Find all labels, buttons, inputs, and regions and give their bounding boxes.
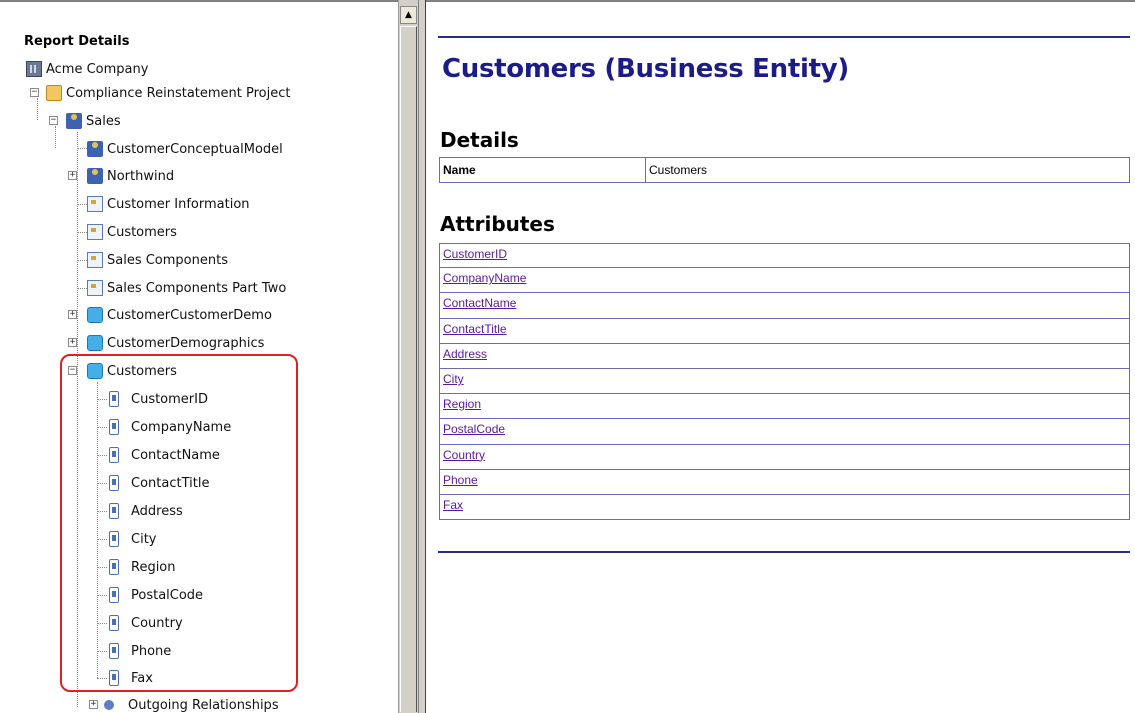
model-icon <box>87 141 103 157</box>
tree-node-sales[interactable]: Sales <box>66 110 121 132</box>
model-icon <box>87 168 103 184</box>
attributes-table: CustomerID CompanyName ContactName Conta… <box>439 243 1130 521</box>
tree-node-label: CustomerCustomerDemo <box>107 307 272 323</box>
diagram-icon <box>87 252 103 268</box>
collapse-toggle[interactable]: − <box>49 116 58 125</box>
expand-toggle[interactable]: + <box>89 700 98 709</box>
attribute-link[interactable]: Country <box>443 448 485 462</box>
tree-node-label: Acme Company <box>46 61 149 77</box>
attribute-row: Address <box>439 343 1130 369</box>
attribute-link[interactable]: PostalCode <box>443 422 505 436</box>
details-table: Name Customers <box>439 157 1130 183</box>
collapse-toggle[interactable]: − <box>30 88 39 97</box>
tree-node-customers-diagram[interactable]: Customers <box>87 221 177 243</box>
attribute-row: Phone <box>439 469 1130 495</box>
folder-icon <box>46 85 62 101</box>
attribute-link[interactable]: City <box>443 372 464 386</box>
relationship-icon <box>104 700 114 710</box>
scroll-thumb[interactable] <box>400 26 417 712</box>
scroll-up-arrow-icon[interactable]: ▲ <box>400 6 417 24</box>
attribute-row: CustomerID <box>439 243 1130 269</box>
attribute-row: Country <box>439 444 1130 470</box>
attribute-row: Region <box>439 394 1130 420</box>
tree-node-label: Outgoing Relationships <box>128 697 279 713</box>
entity-icon <box>87 335 103 351</box>
attributes-heading: Attributes <box>440 212 555 236</box>
entity-icon <box>87 307 103 323</box>
expand-toggle[interactable]: + <box>68 171 77 180</box>
tree-node-outgoing-relationships[interactable]: Outgoing Relationships <box>104 694 279 713</box>
tree-node-label: Sales <box>86 113 121 129</box>
tree-connector <box>77 204 87 205</box>
tree-node-customer-conceptual-model[interactable]: CustomerConceptualModel <box>87 138 283 160</box>
page-title: Customers (Business Entity) <box>442 54 849 84</box>
top-rule <box>438 36 1130 38</box>
attribute-row: Fax <box>439 494 1130 521</box>
tree-node-label: CustomerDemographics <box>107 335 265 351</box>
tree-node-project[interactable]: Compliance Reinstatement Project <box>46 82 291 104</box>
report-content-pane: Customers (Business Entity) Details Name… <box>426 0 1135 713</box>
details-key: Name <box>440 158 646 182</box>
attribute-row: CompanyName <box>439 268 1130 294</box>
tree-connector <box>77 148 87 149</box>
tree-connector <box>77 260 87 261</box>
pane-splitter[interactable] <box>418 0 426 713</box>
tree-node-label: Sales Components <box>107 252 228 268</box>
attribute-link[interactable]: CompanyName <box>443 271 526 285</box>
tree-connector <box>37 98 38 120</box>
attribute-link[interactable]: ContactTitle <box>443 322 507 336</box>
tree-node-label: Compliance Reinstatement Project <box>66 85 291 101</box>
attribute-link[interactable]: Region <box>443 397 481 411</box>
diagram-icon <box>87 280 103 296</box>
attribute-row: ContactTitle <box>439 318 1130 344</box>
tree-node-sales-components[interactable]: Sales Components <box>87 249 228 271</box>
tree-node-acme-company[interactable]: Acme Company <box>26 58 148 80</box>
attribute-link[interactable]: CustomerID <box>443 247 507 261</box>
attribute-row: City <box>439 368 1130 395</box>
attribute-row: ContactName <box>439 293 1130 319</box>
attribute-link[interactable]: ContactName <box>443 296 516 310</box>
diagram-icon <box>87 196 103 212</box>
tree-node-label: Customers <box>107 224 177 240</box>
attribute-link[interactable]: Fax <box>443 498 463 512</box>
tree-connector <box>55 126 56 148</box>
tree-node-sales-components-part-two[interactable]: Sales Components Part Two <box>87 277 286 299</box>
tree-node-label: Customer Information <box>107 196 250 212</box>
expand-toggle[interactable]: + <box>68 338 77 347</box>
tree-node-northwind[interactable]: Northwind <box>87 165 174 187</box>
attribute-row: PostalCode <box>439 419 1130 445</box>
attribute-link[interactable]: Address <box>443 347 487 361</box>
tree-node-label: CustomerConceptualModel <box>107 141 283 157</box>
tree-title: Report Details <box>24 34 130 49</box>
tree-connector <box>77 232 87 233</box>
tree-node-label: Sales Components Part Two <box>107 280 287 296</box>
tree-scrollbar[interactable]: ▲ <box>398 0 418 713</box>
details-heading: Details <box>440 128 519 152</box>
expand-toggle[interactable]: + <box>68 310 77 319</box>
building-icon <box>26 61 42 77</box>
details-value: Customers <box>649 163 708 177</box>
tree-connector <box>77 288 87 289</box>
attribute-link[interactable]: Phone <box>443 473 478 487</box>
highlight-box <box>60 354 298 692</box>
diagram-icon <box>87 224 103 240</box>
tree-node-customer-information[interactable]: Customer Information <box>87 193 250 215</box>
model-icon <box>66 113 82 129</box>
tree-node-customer-customer-demo[interactable]: CustomerCustomerDemo <box>87 304 272 326</box>
bottom-rule <box>438 551 1130 553</box>
report-tree-pane: Report Details − − + + + − + Acme Compan… <box>0 0 398 713</box>
tree-node-customer-demographics[interactable]: CustomerDemographics <box>87 332 264 354</box>
tree-node-label: Northwind <box>107 168 175 184</box>
